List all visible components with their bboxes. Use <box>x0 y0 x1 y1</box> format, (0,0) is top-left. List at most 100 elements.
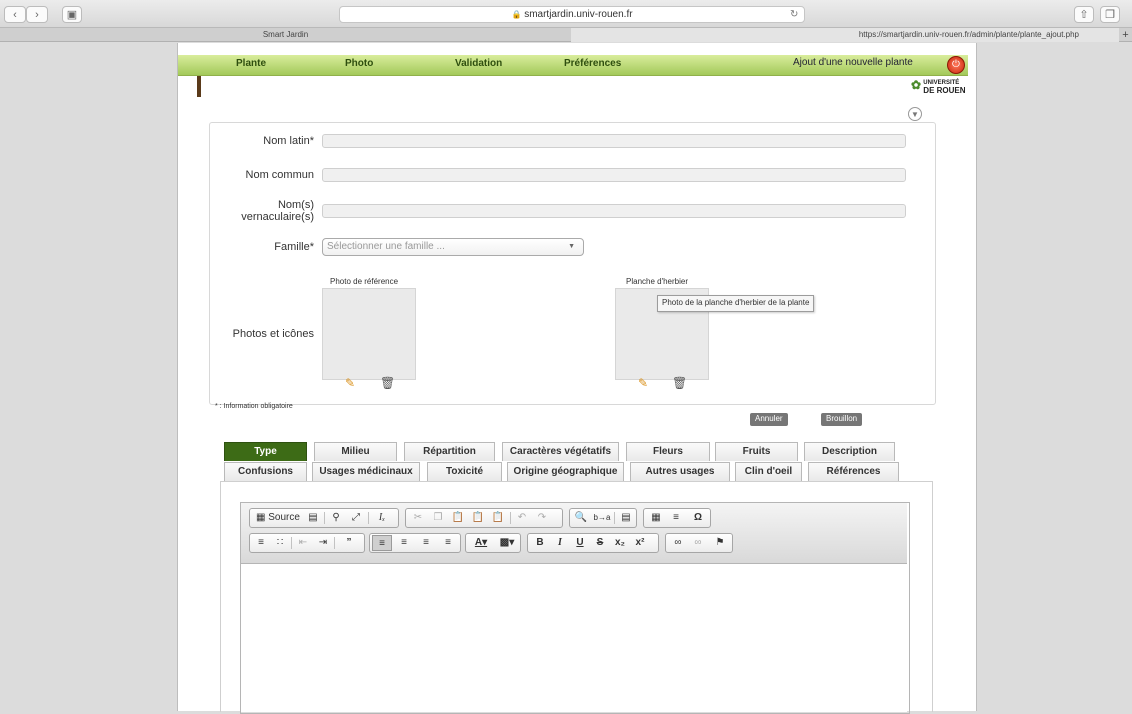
draft-button[interactable]: Brouillon <box>821 413 863 426</box>
reload-icon[interactable]: ↻ <box>790 7 798 22</box>
trash-icon[interactable]: 🗑 <box>380 376 395 390</box>
tab-plante-ajout[interactable]: https://smartjardin.univ-rouen.fr/admin/… <box>571 28 1119 42</box>
address-text: smartjardin.univ-rouen.fr <box>524 9 633 20</box>
subscript-icon[interactable]: x₂ <box>612 535 628 551</box>
source-button[interactable]: ▦ Source <box>253 510 303 526</box>
power-icon[interactable]: ⏻ <box>947 56 965 74</box>
tab-references[interactable]: Références <box>808 462 899 481</box>
paste-text-icon[interactable]: 📋 <box>470 510 486 526</box>
align-center-icon[interactable]: ≡ <box>394 535 414 551</box>
text-color-icon[interactable]: A▾ <box>469 535 493 551</box>
align-justify-icon[interactable]: ≡ <box>438 535 458 551</box>
sidebar-toggle-icon[interactable]: ▣ <box>62 6 82 23</box>
university-line-2: DE ROUEN <box>923 86 966 95</box>
tab-confusions[interactable]: Confusions <box>224 462 307 481</box>
redo-icon[interactable]: ↷ <box>534 510 550 526</box>
famille-label: Famille* <box>274 241 314 253</box>
tab-toxicite[interactable]: Toxicité <box>427 462 502 481</box>
cut-icon[interactable]: ✂ <box>410 510 426 526</box>
university-logo: ✿ UNIVERSITÉ DE ROUEN <box>911 78 966 95</box>
tab-description[interactable]: Description <box>804 442 895 461</box>
superscript-icon[interactable]: x² <box>632 535 648 551</box>
tab-caracteres-vegetatifs[interactable]: Caractères végétatifs <box>502 442 619 461</box>
source-label: Source <box>268 512 300 523</box>
undo-icon[interactable]: ↶ <box>514 510 530 526</box>
toolbar-group-links: ∞ ∞ ⚑ <box>665 533 733 553</box>
browser-tab-bar: Smart Jardin https://smartjardin.univ-ro… <box>0 28 1132 42</box>
required-note: * : Information obligatoire <box>215 403 293 410</box>
pencil-icon[interactable]: ✎ <box>345 376 355 390</box>
nav-preferences[interactable]: Préférences <box>564 58 621 69</box>
trash-icon[interactable]: 🗑 <box>672 376 687 390</box>
nav-validation[interactable]: Validation <box>455 58 502 69</box>
tab-repartition[interactable]: Répartition <box>404 442 495 461</box>
paste-icon[interactable]: 📋 <box>450 510 466 526</box>
address-bar[interactable]: 🔒 smartjardin.univ-rouen.fr ↻ <box>339 6 805 23</box>
special-char-icon[interactable]: Ω <box>690 510 706 526</box>
strikethrough-icon[interactable]: S <box>592 535 608 551</box>
page-content: Plante Photo Validation Préférences Ajou… <box>177 43 977 714</box>
new-tab-icon[interactable]: + <box>1119 28 1132 42</box>
nom-commun-label: Nom commun <box>245 169 314 181</box>
toolbar-group-colors: A▾ ▩▾ <box>465 533 521 553</box>
remove-format-icon[interactable]: Iₓ <box>372 510 392 526</box>
link-icon[interactable]: ∞ <box>670 535 686 551</box>
bold-icon[interactable]: B <box>532 535 548 551</box>
align-left-icon[interactable]: ≡ <box>372 535 392 551</box>
rich-text-editor: ▦ Source ▤ ⚲ ⤢ Iₓ ✂ ❐ 📋 📋 📋 ↶ ↷ 🔍 b→a ▤ … <box>240 502 910 714</box>
nav-plante[interactable]: Plante <box>236 58 266 69</box>
tab-milieu[interactable]: Milieu <box>314 442 397 461</box>
select-all-icon[interactable]: ▤ <box>618 510 634 526</box>
famille-select[interactable]: Sélectionner une famille ... ▼ <box>322 238 584 256</box>
preview-icon[interactable]: ⚲ <box>328 510 344 526</box>
find-icon[interactable]: 🔍 <box>573 510 589 526</box>
toolbar-group-document: ▦ Source ▤ ⚲ ⤢ Iₓ <box>249 508 399 528</box>
blockquote-icon[interactable]: ” <box>338 535 360 551</box>
paste-word-icon[interactable]: 📋 <box>490 510 506 526</box>
photo-reference-box[interactable] <box>322 288 416 380</box>
replace-icon[interactable]: b→a <box>593 510 611 526</box>
indent-icon[interactable]: ⇥ <box>315 535 331 551</box>
back-button[interactable]: ‹ <box>4 6 26 23</box>
copy-icon[interactable]: ❐ <box>430 510 446 526</box>
align-right-icon[interactable]: ≡ <box>416 535 436 551</box>
outdent-icon[interactable]: ⇤ <box>295 535 311 551</box>
templates-icon[interactable]: ▤ <box>305 510 321 526</box>
horizontal-rule-icon[interactable]: ≡ <box>668 510 684 526</box>
tab-autres-usages[interactable]: Autres usages <box>630 462 730 481</box>
table-icon[interactable]: ▦ <box>648 510 664 526</box>
tab-panel: ▦ Source ▤ ⚲ ⤢ Iₓ ✂ ❐ 📋 📋 📋 ↶ ↷ 🔍 b→a ▤ … <box>220 481 933 714</box>
numbered-list-icon[interactable]: ≡ <box>253 535 269 551</box>
tab-smart-jardin[interactable]: Smart Jardin <box>0 28 571 42</box>
tab-clin-doeil[interactable]: Clin d'oeil <box>735 462 802 481</box>
tab-fruits[interactable]: Fruits <box>715 442 798 461</box>
forward-button[interactable]: › <box>26 6 48 23</box>
unlink-icon[interactable]: ∞ <box>690 535 706 551</box>
tab-fleurs[interactable]: Fleurs <box>626 442 710 461</box>
tab-title: https://smartjardin.univ-rouen.fr/admin/… <box>858 30 1079 39</box>
bulleted-list-icon[interactable]: ∷ <box>272 535 288 551</box>
planche-caption: Planche d'herbier <box>626 277 689 286</box>
cancel-button[interactable]: Annuler <box>750 413 788 426</box>
italic-icon[interactable]: I <box>552 535 568 551</box>
underline-icon[interactable]: U <box>572 535 588 551</box>
tabs-overview-icon[interactable]: ❐ <box>1100 6 1120 23</box>
toolbar-group-format: B I U S x₂ x² <box>527 533 659 553</box>
toolbar-group-align: ≡ ≡ ≡ ≡ <box>369 533 461 553</box>
collapse-chevron-icon[interactable]: ▼ <box>908 107 922 121</box>
tab-origine-geographique[interactable]: Origine géographique <box>507 462 624 481</box>
main-nav: Plante Photo Validation Préférences Ajou… <box>178 55 968 76</box>
background-color-icon[interactable]: ▩▾ <box>495 535 519 551</box>
nom-commun-input[interactable] <box>322 168 906 182</box>
vernaculaire-input[interactable] <box>322 204 906 218</box>
anchor-flag-icon[interactable]: ⚑ <box>712 535 728 551</box>
maximize-icon[interactable]: ⤢ <box>348 510 364 526</box>
nom-latin-input[interactable] <box>322 134 906 148</box>
pencil-icon[interactable]: ✎ <box>638 376 648 390</box>
share-icon[interactable]: ⇧ <box>1074 6 1094 23</box>
editor-content-area[interactable] <box>241 564 907 712</box>
nav-photo[interactable]: Photo <box>345 58 373 69</box>
tab-type[interactable]: Type <box>224 442 307 461</box>
vernaculaire-label-line-1: Nom(s) <box>277 199 314 211</box>
tab-usages-medicinaux[interactable]: Usages médicinaux <box>312 462 420 481</box>
